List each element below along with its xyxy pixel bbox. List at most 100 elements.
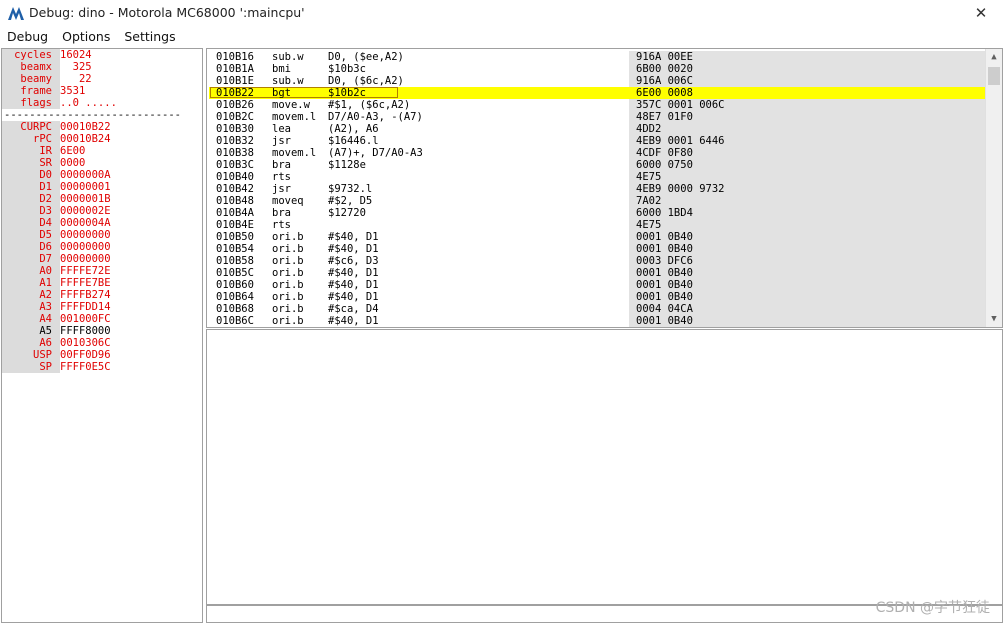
- menu-options[interactable]: Options: [55, 26, 117, 47]
- register-name: A0: [2, 265, 60, 277]
- register-value[interactable]: 00010B22: [60, 121, 111, 133]
- disasm-address: 010B3C: [216, 159, 254, 171]
- register-value[interactable]: 001000FC: [60, 313, 111, 325]
- register-value[interactable]: FFFFE72E: [60, 265, 111, 277]
- disasm-row[interactable]: 010B26 move.w #$1, ($6c,A2) 357C 0001 006C: [207, 99, 986, 111]
- disasm-row[interactable]: 010B40 rts 4E75: [207, 171, 986, 183]
- disasm-row[interactable]: 010B50 ori.b #$40, D1 0001 0B40: [207, 231, 986, 243]
- register-value[interactable]: 00FF0D96: [60, 349, 111, 361]
- disasm-opcode-bytes: 0001 0B40: [636, 243, 693, 255]
- console-pane[interactable]: [206, 329, 1003, 605]
- disasm-row[interactable]: 010B68 ori.b #$ca, D4 0004 04CA: [207, 303, 986, 315]
- close-button[interactable]: ✕: [958, 0, 1004, 26]
- register-value[interactable]: FFFF8000: [60, 325, 111, 337]
- current-instruction-row[interactable]: 010B22 bgt $10b2c 6E00 0008: [207, 87, 986, 99]
- disassembly-scrollbar[interactable]: ▲ ▼: [985, 49, 1002, 327]
- disasm-mnemonic: jsr: [272, 135, 291, 147]
- register-row: A3 FFFFDD14: [2, 301, 202, 313]
- watermark: CSDN @字节狂徒: [875, 600, 990, 616]
- disasm-row[interactable]: 010B38 movem.l (A7)+, D7/A0-A3 4CDF 0F80: [207, 147, 986, 159]
- register-name: A4: [2, 313, 60, 325]
- disasm-opcode-bytes: 4E75: [636, 219, 662, 231]
- register-name: rPC: [2, 133, 60, 145]
- register-row: A4 001000FC: [2, 313, 202, 325]
- disassembly-pane[interactable]: 010B16 sub.w D0, ($ee,A2) 916A 00EE 010B1A bm…: [206, 48, 1003, 328]
- disasm-row[interactable]: 010B58 ori.b #$c6, D3 0003 DFC6: [207, 255, 986, 267]
- register-pane[interactable]: cycles 16024 beamx 325 beamy 22 frame 3531 fla…: [1, 48, 203, 623]
- register-value[interactable]: FFFFDD14: [60, 301, 111, 313]
- register-value[interactable]: FFFF0E5C: [60, 361, 111, 373]
- window-title: Debug: dino - Motorola MC68000 ':maincpu…: [29, 5, 305, 20]
- disasm-mnemonic: jsr: [272, 183, 291, 195]
- disasm-address: 010B38: [216, 147, 254, 159]
- disasm-row[interactable]: 010B1A bmi $10b3c 6B00 0020: [207, 63, 986, 75]
- disasm-mnemonic: ori.b: [272, 291, 304, 303]
- disasm-row[interactable]: 010B42 jsr $9732.l 4EB9 0000 9732: [207, 183, 986, 195]
- register-row: beamx 325: [2, 61, 202, 73]
- register-value[interactable]: 16024: [60, 49, 92, 61]
- register-value[interactable]: 00000000: [60, 229, 111, 241]
- disasm-row[interactable]: 010B6C ori.b #$40, D1 0001 0B40: [207, 315, 986, 327]
- disasm-operands: $9732.l: [328, 183, 373, 195]
- register-row: D3 0000002E: [2, 205, 202, 217]
- register-value[interactable]: 6E00: [60, 145, 85, 157]
- disasm-mnemonic: bmi: [272, 63, 291, 75]
- disasm-row[interactable]: 010B32 jsr $16446.l 4EB9 0001 6446: [207, 135, 986, 147]
- register-name: D2: [2, 193, 60, 205]
- register-row: A5 FFFF8000: [2, 325, 202, 337]
- disasm-row[interactable]: 010B2C movem.l D7/A0-A3, -(A7) 48E7 01F0: [207, 111, 986, 123]
- register-value[interactable]: 00010B24: [60, 133, 111, 145]
- disasm-mnemonic: rts: [272, 219, 291, 231]
- disasm-row[interactable]: 010B5C ori.b #$40, D1 0001 0B40: [207, 267, 986, 279]
- disasm-row[interactable]: 010B4E rts 4E75: [207, 219, 986, 231]
- disasm-row[interactable]: 010B54 ori.b #$40, D1 0001 0B40: [207, 243, 986, 255]
- register-value[interactable]: FFFFE7BE: [60, 277, 111, 289]
- menu-settings[interactable]: Settings: [117, 26, 182, 47]
- register-value[interactable]: 0000002E: [60, 205, 111, 217]
- disasm-row[interactable]: 010B48 moveq #$2, D5 7A02: [207, 195, 986, 207]
- disasm-row[interactable]: 010B64 ori.b #$40, D1 0001 0B40: [207, 291, 986, 303]
- register-value[interactable]: 00000000: [60, 253, 111, 265]
- disasm-mnemonic: ori.b: [272, 279, 304, 291]
- disasm-mnemonic: moveq: [272, 195, 304, 207]
- register-value[interactable]: 3531: [60, 85, 85, 97]
- disasm-opcode-bytes: 4E75: [636, 171, 662, 183]
- register-name: beamy: [2, 73, 60, 85]
- menu-debug[interactable]: Debug: [0, 26, 55, 47]
- register-value[interactable]: ..0 .....: [60, 97, 117, 109]
- disasm-address: 010B4E: [216, 219, 254, 231]
- register-name: USP: [2, 349, 60, 361]
- register-value[interactable]: 22: [60, 73, 92, 85]
- register-value[interactable]: 0000: [60, 157, 85, 169]
- disasm-address: 010B30: [216, 123, 254, 135]
- scroll-up-icon[interactable]: ▲: [986, 49, 1002, 65]
- disasm-operands: $16446.l: [328, 135, 379, 147]
- register-value[interactable]: 0000001B: [60, 193, 111, 205]
- disasm-row[interactable]: 010B4A bra $12720 6000 1BD4: [207, 207, 986, 219]
- disasm-mnemonic: ori.b: [272, 315, 304, 327]
- disasm-operands: (A7)+, D7/A0-A3: [328, 147, 423, 159]
- register-row: SR 0000: [2, 157, 202, 169]
- register-value[interactable]: 325: [60, 61, 92, 73]
- register-value[interactable]: 0010306C: [60, 337, 111, 349]
- disasm-operands: $12720: [328, 207, 366, 219]
- disasm-opcode-bytes: 4CDF 0F80: [636, 147, 693, 159]
- scroll-thumb[interactable]: [988, 67, 1000, 85]
- register-value[interactable]: FFFFB274: [60, 289, 111, 301]
- disasm-row[interactable]: 010B3C bra $1128e 6000 0750: [207, 159, 986, 171]
- disasm-row[interactable]: 010B60 ori.b #$40, D1 0001 0B40: [207, 279, 986, 291]
- register-value[interactable]: 0000000A: [60, 169, 111, 181]
- register-row: CURPC 00010B22: [2, 121, 202, 133]
- register-value[interactable]: 0000004A: [60, 217, 111, 229]
- disasm-row[interactable]: 010B1E sub.w D0, ($6c,A2) 916A 006C: [207, 75, 986, 87]
- disasm-row[interactable]: 010B16 sub.w D0, ($ee,A2) 916A 00EE: [207, 51, 986, 63]
- register-separator: ----------------------------: [4, 109, 182, 121]
- scroll-down-icon[interactable]: ▼: [986, 311, 1002, 327]
- register-value[interactable]: 00000001: [60, 181, 111, 193]
- disasm-operands: #$40, D1: [328, 243, 379, 255]
- register-value[interactable]: 00000000: [60, 241, 111, 253]
- disasm-row[interactable]: 010B30 lea (A2), A6 4DD2: [207, 123, 986, 135]
- disasm-operands: $10b3c: [328, 63, 366, 75]
- disasm-opcode-bytes: 0001 0B40: [636, 267, 693, 279]
- disasm-mnemonic: ori.b: [272, 255, 304, 267]
